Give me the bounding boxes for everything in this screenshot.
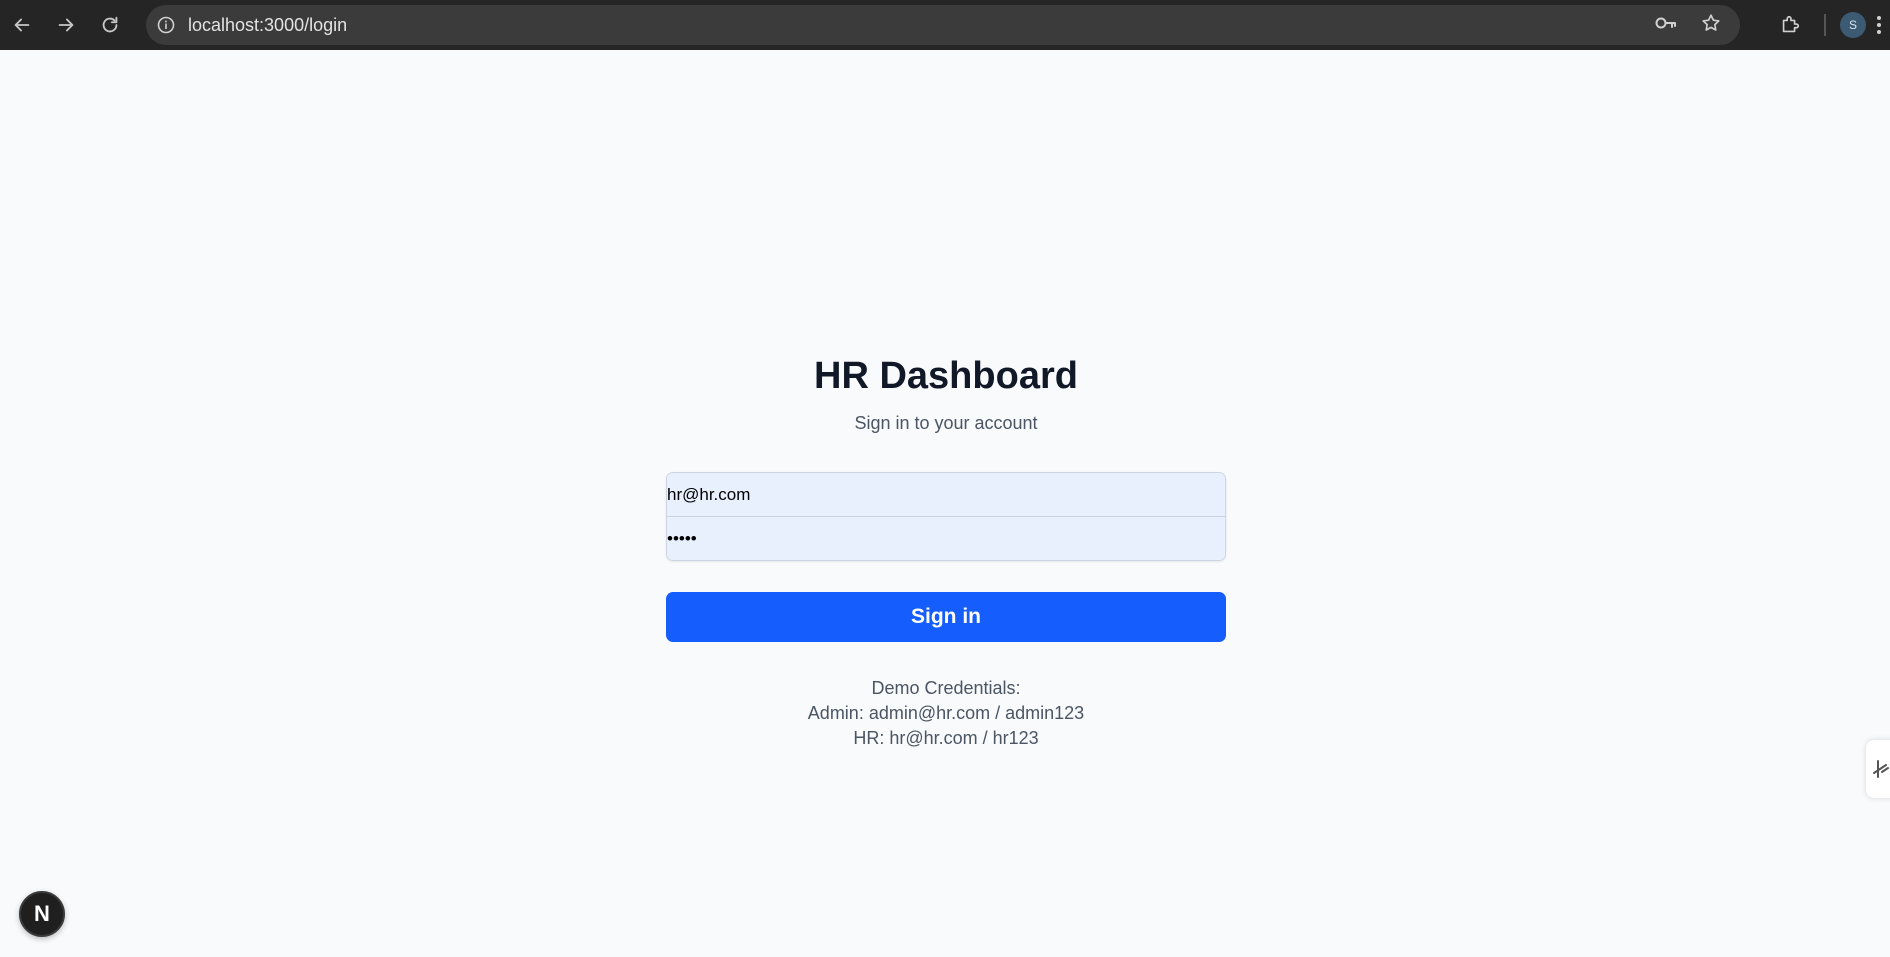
- sign-in-button[interactable]: Sign in: [666, 592, 1226, 642]
- password-key-icon[interactable]: [1654, 13, 1678, 38]
- toolbar-divider: [1824, 14, 1826, 36]
- forward-button[interactable]: [44, 5, 88, 45]
- demo-credentials-hr: HR: hr@hr.com / hr123: [853, 728, 1039, 748]
- side-panel-icon: [1873, 760, 1889, 778]
- bookmark-star-icon[interactable]: [1700, 12, 1722, 39]
- reload-button[interactable]: [88, 5, 132, 45]
- browser-toolbar: localhost:3000/login S: [0, 0, 1890, 50]
- back-button[interactable]: [0, 5, 44, 45]
- arrow-left-icon: [14, 18, 30, 32]
- credentials-group: [666, 472, 1226, 561]
- address-bar[interactable]: localhost:3000/login: [146, 5, 1740, 45]
- site-info-icon[interactable]: [154, 13, 178, 37]
- demo-credentials-admin: Admin: admin@hr.com / admin123: [807, 703, 1085, 723]
- page-subtitle: Sign in to your account: [854, 413, 1038, 433]
- email-input[interactable]: [667, 473, 1225, 517]
- demo-credentials: Demo Credentials: Admin: admin@hr.com / …: [666, 676, 1226, 751]
- demo-credentials-heading: Demo Credentials:: [871, 678, 1021, 698]
- page-title: HR Dashboard: [814, 355, 1078, 397]
- profile-avatar[interactable]: S: [1840, 12, 1866, 38]
- extensions-puzzle-icon[interactable]: [1770, 14, 1810, 36]
- url-text: localhost:3000/login: [188, 14, 348, 35]
- more-options-icon[interactable]: [1876, 14, 1890, 36]
- login-form: HR Dashboard Sign in to your account Sig…: [666, 350, 1226, 751]
- nextjs-logo-icon: N: [34, 901, 50, 926]
- arrow-right-icon: [58, 18, 74, 32]
- reload-icon: [102, 16, 118, 33]
- side-panel-tab[interactable]: [1866, 740, 1890, 798]
- password-input[interactable]: [667, 517, 1225, 560]
- nextjs-devtools-button[interactable]: N: [19, 891, 65, 937]
